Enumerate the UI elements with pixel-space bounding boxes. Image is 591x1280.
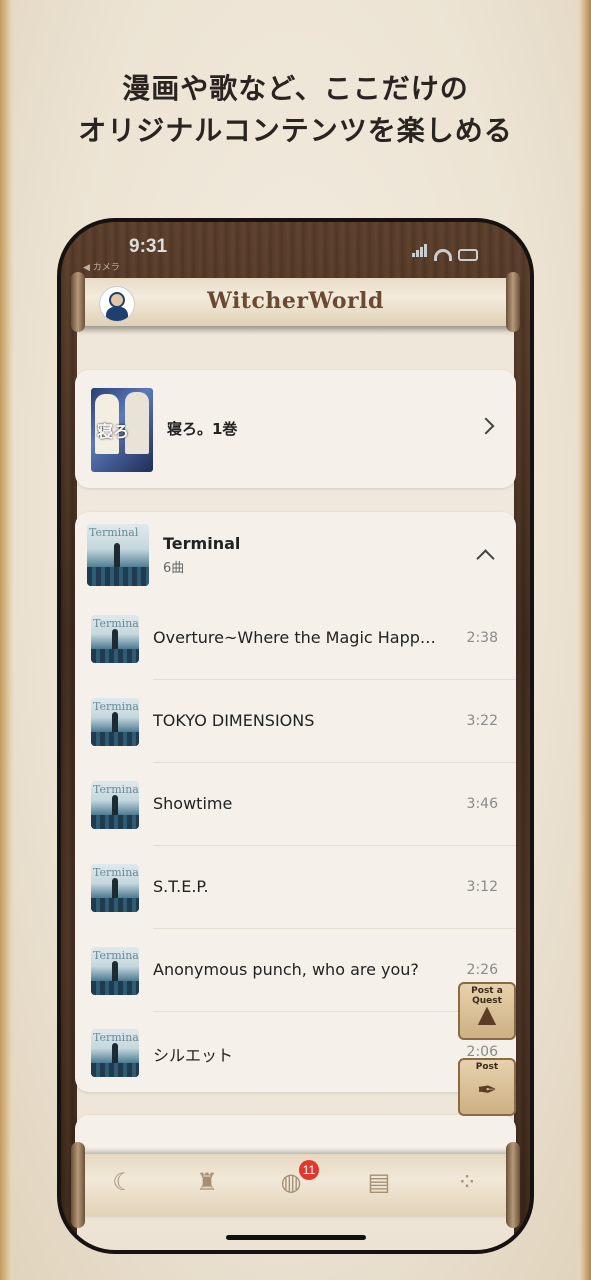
track-title: シルエット bbox=[153, 1046, 234, 1065]
track-row[interactable]: Terminal Overture~Where the Magic Happe.… bbox=[75, 598, 516, 680]
track-art: Terminal bbox=[91, 947, 139, 995]
phone-frame: 9:31 ◀ カメラ WitcherWorld 寝ろ 寝ろ。1巻 Termina… bbox=[57, 218, 534, 1254]
album-track-count: 6曲 bbox=[163, 561, 185, 576]
track-row[interactable]: Terminal Showtime 3:46 bbox=[75, 764, 516, 846]
castle-icon[interactable]: ♜ bbox=[189, 1168, 225, 1200]
wifi-icon bbox=[434, 249, 452, 261]
signal-icon bbox=[412, 242, 428, 261]
battery-icon bbox=[458, 249, 478, 261]
track-art: Terminal bbox=[91, 615, 139, 663]
track-title: Overture~Where the Magic Happe... bbox=[153, 628, 443, 647]
status-time: 9:31 bbox=[129, 236, 168, 257]
track-art: Terminal bbox=[91, 698, 139, 746]
witch-icon[interactable]: ☾ bbox=[105, 1168, 141, 1200]
track-title: Anonymous punch, who are you? bbox=[153, 960, 419, 979]
bottom-nav: ☾ ♜ ◍ 11 ▤ ⁘ bbox=[71, 1142, 520, 1228]
promo-line-1: 漫画や歌など、ここだけの bbox=[122, 72, 469, 105]
track-art: Terminal bbox=[91, 1029, 139, 1077]
track-title: S.T.E.P. bbox=[153, 877, 209, 896]
album-card: Terminal Terminal 6曲 Terminal Overture~W… bbox=[75, 512, 516, 1092]
post-button[interactable]: Post ✒ bbox=[458, 1058, 516, 1116]
manga-title: 寝ろ。1巻 bbox=[167, 420, 238, 438]
track-art: Terminal bbox=[91, 864, 139, 912]
manga-card[interactable]: 寝ろ 寝ろ。1巻 bbox=[75, 370, 516, 488]
album-cover-image: Terminal bbox=[87, 524, 149, 586]
chevron-right-icon bbox=[477, 417, 495, 435]
manga-cover-image: 寝ろ bbox=[91, 388, 153, 472]
track-art: Terminal bbox=[91, 781, 139, 829]
status-icons bbox=[412, 242, 478, 261]
notification-badge: 11 bbox=[299, 1160, 319, 1180]
track-duration: 3:22 bbox=[466, 713, 498, 729]
track-row[interactable]: Terminal Anonymous punch, who are you? 2… bbox=[75, 930, 516, 1012]
track-duration: 2:38 bbox=[466, 630, 498, 646]
map-icon[interactable]: ▤ bbox=[361, 1168, 397, 1200]
track-title: TOKYO DIMENSIONS bbox=[153, 711, 315, 730]
track-title: Showtime bbox=[153, 794, 233, 813]
manga-cover-text: 寝ろ bbox=[97, 422, 130, 441]
quill-icon: ✒ bbox=[476, 1076, 498, 1104]
track-row[interactable]: Terminal シルエット 2:06 bbox=[75, 1012, 516, 1094]
page-edge-left bbox=[0, 0, 14, 1280]
track-duration: 3:46 bbox=[466, 796, 498, 812]
back-to-camera-link[interactable]: ◀ カメラ bbox=[83, 260, 120, 273]
footprints-icon[interactable]: ⁘ bbox=[449, 1168, 485, 1200]
home-indicator bbox=[225, 1235, 366, 1240]
promo-line-2: オリジナルコンテンツを楽しめる bbox=[78, 114, 513, 147]
track-row[interactable]: Terminal S.T.E.P. 3:12 bbox=[75, 847, 516, 929]
app-screen: 9:31 ◀ カメラ WitcherWorld 寝ろ 寝ろ。1巻 Termina… bbox=[61, 222, 530, 1250]
page-edge-right bbox=[577, 0, 591, 1280]
collapse-chevron-up-icon[interactable] bbox=[476, 549, 495, 568]
wizard-hat-icon: ▲ bbox=[477, 1000, 497, 1028]
post-label: Post bbox=[475, 1062, 499, 1072]
album-title: Terminal bbox=[163, 534, 241, 553]
track-duration: 2:26 bbox=[466, 962, 498, 978]
app-header: WitcherWorld bbox=[71, 272, 520, 332]
app-logo: WitcherWorld bbox=[207, 288, 384, 314]
post-quest-button[interactable]: Post a Quest ▲ bbox=[458, 982, 516, 1040]
track-duration: 3:12 bbox=[466, 879, 498, 895]
promo-headline: 漫画や歌など、ここだけの オリジナルコンテンツを楽しめる bbox=[0, 68, 591, 152]
globe-icon[interactable]: ◍ 11 bbox=[273, 1160, 319, 1200]
track-row[interactable]: Terminal TOKYO DIMENSIONS 3:22 bbox=[75, 681, 516, 763]
